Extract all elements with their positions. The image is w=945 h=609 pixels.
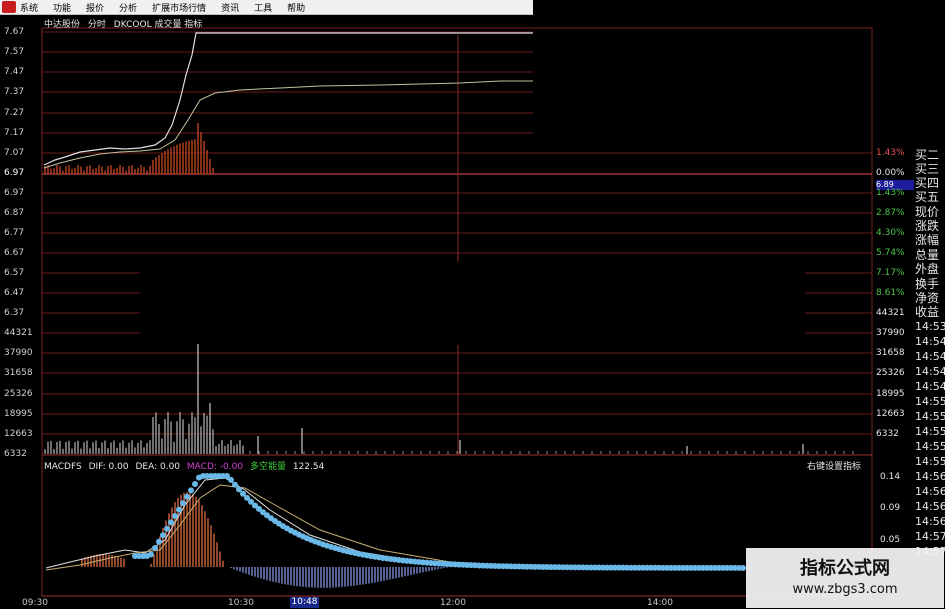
- time-label: 10:30: [228, 598, 254, 608]
- percent-label: 1.43%: [876, 148, 905, 158]
- macd-dot: [148, 551, 154, 558]
- price-label: 6.87: [4, 208, 25, 218]
- price-label: 6.37: [4, 308, 25, 318]
- percent-label: 8.61%: [876, 288, 905, 298]
- price-label: 7.37: [4, 87, 25, 97]
- price-label: 6.47: [4, 288, 25, 298]
- volume-label: 6332: [4, 449, 27, 459]
- macd-dot: [228, 476, 234, 483]
- price-label: 7.57: [4, 47, 25, 57]
- macd-dot: [160, 532, 166, 539]
- macd-energy: 122.54: [292, 462, 325, 472]
- price-line: [43, 32, 533, 166]
- tick-time: 14:55: [915, 395, 945, 408]
- tick-time: 14:55: [915, 440, 945, 453]
- price-label: 7.17: [4, 128, 25, 138]
- macd-axis-label: 0.09: [880, 503, 901, 513]
- macd-dot: [176, 506, 182, 513]
- macd-value: MACD: -0.00: [186, 462, 244, 472]
- time-label: 09:30: [22, 598, 48, 608]
- tick-time: 14:54: [915, 350, 945, 363]
- tick-time: 14:56: [915, 485, 945, 498]
- price-label: 7.07: [4, 148, 25, 158]
- macd-name[interactable]: MACDFS: [44, 462, 82, 472]
- price-label: 6.97: [4, 188, 25, 198]
- macd-histogram: [81, 492, 448, 588]
- macd-dot: [156, 538, 162, 545]
- price-label: 6.77: [4, 228, 25, 238]
- grid-lines: [41, 27, 873, 597]
- volume-label: 25326: [876, 368, 905, 378]
- volume-label: 37990: [4, 348, 33, 358]
- percent-label: 5.74%: [876, 248, 905, 258]
- macd-axis-label: 0.14: [880, 472, 901, 482]
- tick-time: 14:56: [915, 515, 945, 528]
- macd-header: MACDFS DIF: 0.00 DEA: 0.00 MACD: -0.00 多…: [44, 459, 328, 472]
- volume-bars: [44, 344, 854, 454]
- volume-label: 12663: [4, 429, 33, 439]
- macd-dot: [232, 481, 238, 488]
- tick-time: 14:56: [915, 470, 945, 483]
- macd-dot: [168, 519, 174, 526]
- percent-label: 4.30%: [876, 228, 905, 238]
- price-label: 6.97: [4, 168, 25, 178]
- tick-time: 14:53: [915, 320, 945, 333]
- tick-time: 14:57: [915, 530, 945, 543]
- macd-signal: 多空能量: [249, 462, 286, 472]
- watermark: 指标公式网 www.zbgs3.com: [746, 548, 944, 608]
- macd-dif: DIF: 0.00: [88, 462, 129, 472]
- macd-axis-label: 0.05: [880, 535, 901, 545]
- volume-label: 37990: [876, 328, 905, 338]
- macd-dot: [172, 513, 178, 519]
- tick-time: 14:54: [915, 335, 945, 348]
- percent-label: 7.17%: [876, 268, 905, 278]
- price-label: 7.47: [4, 67, 25, 77]
- price-label: 6.57: [4, 268, 25, 278]
- volume-label: 44321: [876, 308, 905, 318]
- macd-dot: [184, 493, 190, 500]
- tick-time: 14:56: [915, 500, 945, 513]
- macd-dot: [152, 545, 158, 551]
- volume-label: 18995: [876, 389, 905, 399]
- percent-label: 1.43%: [876, 188, 905, 198]
- tick-time: 14:55: [915, 455, 945, 468]
- average-price-line: [43, 80, 533, 169]
- time-label: 14:00: [647, 598, 673, 608]
- volume-label: 25326: [4, 389, 33, 399]
- macd-energy-dots: [132, 473, 746, 571]
- price-label: 7.67: [4, 27, 25, 37]
- cursor-time-label: 10:48: [290, 597, 319, 608]
- macd-dot: [164, 525, 170, 532]
- volume-label: 31658: [876, 348, 905, 358]
- intraday-chart[interactable]: [0, 0, 945, 609]
- price-label: 6.67: [4, 248, 25, 258]
- quote-label: 收益: [915, 305, 940, 319]
- tick-time: 14:55: [915, 425, 945, 438]
- blank-area: [140, 262, 805, 342]
- price-label: 7.27: [4, 108, 25, 118]
- percent-label: 0.00%: [876, 168, 905, 178]
- tick-time: 14:54: [915, 380, 945, 393]
- watermark-url: www.zbgs3.com: [792, 582, 898, 597]
- volume-label: 44321: [4, 328, 33, 338]
- macd-dot: [180, 500, 186, 507]
- indicator-settings-hint[interactable]: 右键设置指标: [807, 459, 861, 472]
- macd-dot: [188, 487, 194, 494]
- volume-label: 31658: [4, 368, 33, 378]
- macd-dea: DEA: 0.00: [135, 462, 181, 472]
- time-label: 12:00: [440, 598, 466, 608]
- percent-label: 2.87%: [876, 208, 905, 218]
- tick-time: 14:55: [915, 410, 945, 423]
- tick-time: 14:54: [915, 365, 945, 378]
- volume-label: 6332: [876, 429, 899, 439]
- volume-label: 12663: [876, 409, 905, 419]
- macd-dot: [192, 481, 198, 487]
- watermark-title: 指标公式网: [800, 558, 890, 579]
- volume-label: 18995: [4, 409, 33, 419]
